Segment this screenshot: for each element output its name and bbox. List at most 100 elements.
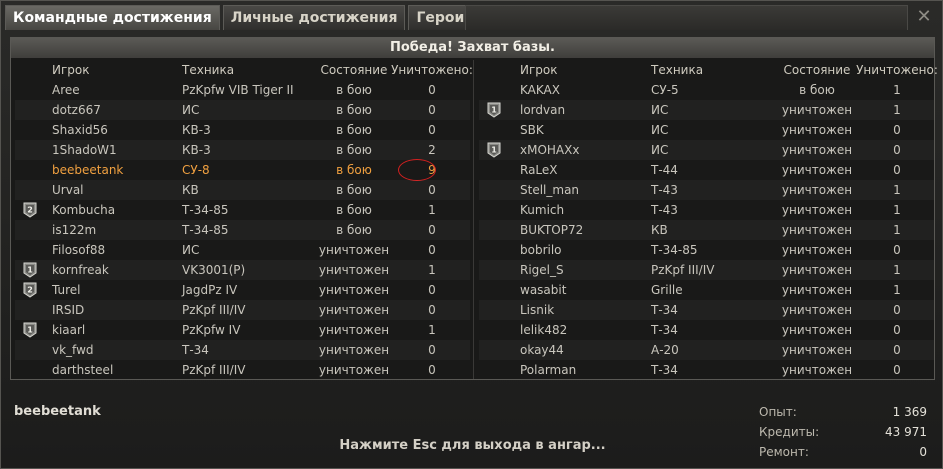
player-vehicle: Т-44 [651, 163, 678, 177]
player-state: в бою [336, 83, 372, 97]
svg-text:2: 2 [27, 286, 33, 295]
player-vehicle: А-20 [651, 343, 679, 357]
player-kills: 0 [428, 303, 436, 317]
close-icon[interactable]: ✕ [914, 7, 934, 27]
medal-slot [17, 160, 41, 180]
medal-slot [17, 120, 41, 140]
stat-value: 1 369 [892, 405, 927, 419]
player-vehicle: JagdPz IV [182, 283, 238, 297]
player-state: в бою [336, 203, 372, 217]
player-name: kornfreak [52, 263, 109, 277]
player-kills: 0 [893, 143, 901, 157]
player-row: 1 kornfreak VK3001(P) уничтожен 1 [15, 260, 470, 280]
player-row: 1 lordvan ИС уничтожен 1 [479, 100, 934, 120]
tab-bar-filler [465, 5, 908, 30]
player-name: Turel [52, 283, 81, 297]
player-vehicle: Т-43 [651, 203, 678, 217]
player-vehicle: ИС [182, 103, 200, 117]
player-state: в бою [336, 163, 372, 177]
player-kills: 0 [893, 123, 901, 137]
player-state: уничтожен [781, 103, 853, 117]
player-row: SBK ИС уничтожен 0 [479, 120, 934, 140]
player-row: bobrilo Т-34-85 уничтожен 0 [479, 240, 934, 260]
player-vehicle: КВ [651, 223, 668, 237]
team-right: Игрок Техника Состояние Уничтожено: KAKA… [479, 60, 938, 380]
player-vehicle: Grille [651, 283, 683, 297]
reward-stats: Опыт: 1 369 Кредиты: 43 971 Ремонт: 0 [759, 402, 927, 462]
player-row: Urval КВ в бою 0 [15, 180, 470, 200]
stat-value: 43 971 [885, 425, 927, 439]
player-name: Lisnik [520, 303, 555, 317]
tab-personal-achievements[interactable]: Личные достижения [222, 5, 406, 30]
medal-slot [481, 160, 505, 180]
player-vehicle: Т-34 [651, 303, 678, 317]
table-header: Игрок Техника Состояние Уничтожено: [479, 60, 938, 80]
stat-experience: Опыт: 1 369 [759, 402, 927, 422]
player-name: vk_fwd [52, 343, 94, 357]
player-vehicle: PzKpf III/IV [182, 363, 246, 377]
player-kills: 1 [893, 183, 901, 197]
player-row: 1 xMOHAXx ИС уничтожен 0 [479, 140, 934, 160]
player-state: уничтожен [318, 303, 390, 317]
player-name: SBK [520, 123, 544, 137]
player-row: Lisnik Т-34 уничтожен 0 [479, 300, 934, 320]
tab-team-achievements[interactable]: Командные достижения [5, 5, 220, 30]
player-vehicle: Т-34 [651, 323, 678, 337]
player-kills: 1 [893, 263, 901, 277]
player-name: Rigel_S [520, 263, 564, 277]
player-state: уничтожен [781, 303, 853, 317]
player-name: Polarman [520, 363, 577, 377]
medal-slot [481, 180, 505, 200]
player-state: в бою [336, 183, 372, 197]
player-name: darthsteel [52, 363, 114, 377]
player-kills: 1 [893, 283, 901, 297]
player-state: уничтожен [781, 203, 853, 217]
medal-slot [481, 80, 505, 100]
player-row: Stell_man Т-43 уничтожен 1 [479, 180, 934, 200]
player-vehicle: Т-34 [182, 343, 209, 357]
player-kills: 1 [893, 223, 901, 237]
player-name: dotz667 [52, 103, 101, 117]
player-state: уничтожен [781, 163, 853, 177]
stat-value: 0 [919, 445, 927, 459]
medal-slot [481, 300, 505, 320]
stat-label: Кредиты: [759, 425, 820, 439]
player-vehicle: PzKpf III/IV [182, 303, 246, 317]
player-name: bobrilo [520, 243, 562, 257]
player-state: уничтожен [781, 123, 853, 137]
player-state: уничтожен [318, 283, 390, 297]
player-state: уничтожен [781, 243, 853, 257]
player-vehicle: КВ-3 [182, 123, 211, 137]
player-state: в бою [336, 103, 372, 117]
medal-1-icon: 1 [17, 260, 41, 280]
player-name: beebeetank [52, 163, 124, 177]
player-state: уничтожен [781, 183, 853, 197]
player-state: уничтожен [781, 363, 853, 377]
player-vehicle: СУ-8 [182, 163, 210, 177]
team-left: Игрок Техника Состояние Уничтожено: Aree… [15, 60, 473, 380]
player-state: уничтожен [318, 263, 390, 277]
player-state: уничтожен [781, 143, 853, 157]
player-kills: 0 [428, 243, 436, 257]
header-player: Игрок [520, 63, 558, 77]
medal-1-icon: 1 [481, 100, 505, 120]
player-kills: 1 [428, 203, 436, 217]
player-state: уничтожен [318, 363, 390, 377]
player-state: уничтожен [781, 283, 853, 297]
player-row: Rigel_S PzKpf III/IV уничтожен 1 [479, 260, 934, 280]
header-kills: Уничтожено: [856, 63, 938, 77]
medal-slot [17, 100, 41, 120]
player-kills: 0 [893, 363, 901, 377]
medal-slot [17, 180, 41, 200]
player-name: is122m [52, 223, 97, 237]
player-kills: 1 [428, 323, 436, 337]
player-name: BUKTOP72 [520, 223, 584, 237]
medal-slot [17, 340, 41, 360]
medal-slot [17, 300, 41, 320]
player-row: is122m Т-34-85 в бою 0 [15, 220, 470, 240]
player-name: okay44 [520, 343, 564, 357]
player-vehicle: Т-34-85 [651, 243, 698, 257]
medal-1-icon: 1 [17, 320, 41, 340]
player-row: 2 Kombucha Т-34-85 в бою 1 [15, 200, 470, 220]
player-row: Filosof88 ИС уничтожен 0 [15, 240, 470, 260]
